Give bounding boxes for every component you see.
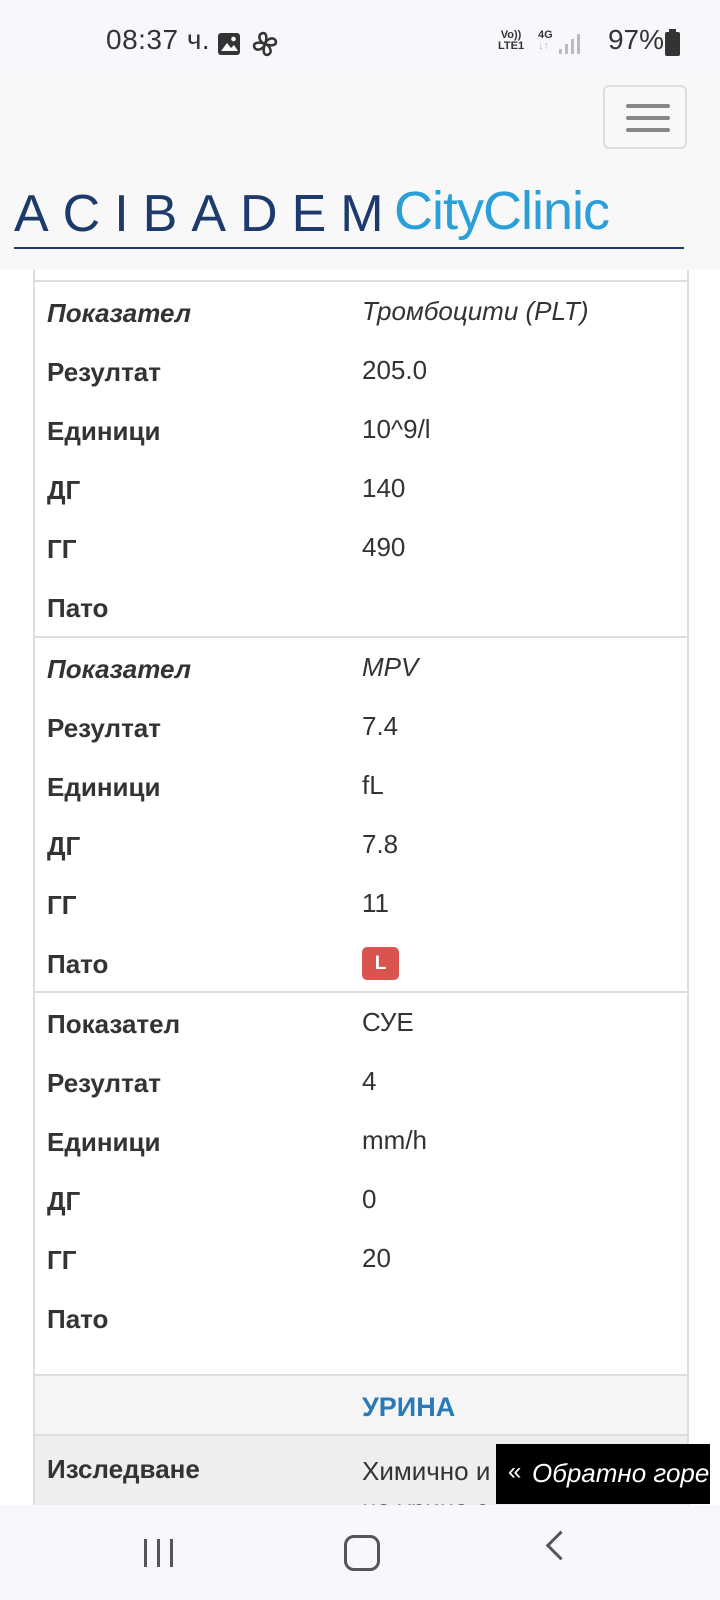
volte-indicator: Vo)) LTE1 [498, 29, 525, 52]
row-value: 11 [362, 888, 389, 918]
table-row: Резултат 7.4 [35, 697, 687, 757]
logo-acibadem[interactable]: ACIBADEM [14, 184, 398, 244]
clock: 08:37 ч. [106, 24, 211, 55]
table-row: ДГ 140 [35, 459, 687, 519]
row-value: 0 [362, 1184, 377, 1214]
back-to-top-button[interactable]: « Обратно горе [496, 1444, 710, 1504]
result-block-esr: Показател СУЕ Резултат 4 Единици mm/h ДГ… [35, 991, 687, 1375]
status-bar: 08:37 ч. Vo)) LTE1 4G ↓↑ 97% [0, 0, 720, 70]
row-label: ГГ [47, 1245, 77, 1275]
row-value: Тромбоцити (PLT) [362, 296, 589, 326]
row-label: ДГ [47, 475, 81, 505]
row-value: 7.4 [362, 711, 399, 741]
row-label: Резултат [47, 357, 161, 387]
table-row: ДГ 0 [35, 1170, 687, 1230]
logo-underline [14, 247, 684, 249]
low-flag-badge: L [362, 947, 399, 980]
row-label: ГГ [47, 534, 77, 564]
logo-cityclinic[interactable]: CityClinic [394, 180, 610, 242]
row-value: 7.8 [362, 829, 399, 859]
signal-icon [559, 34, 580, 54]
table-row: Пато [35, 1288, 687, 1348]
row-label: Единици [47, 416, 161, 446]
table-row: Пато L [35, 933, 687, 993]
image-icon [218, 33, 240, 55]
table-row: Показател Тромбоцити (PLT) [35, 282, 687, 342]
row-label: Единици [47, 772, 161, 802]
table-row: Единици fL [35, 756, 687, 816]
result-block-mpv: Показател MPV Резултат 7.4 Единици fL ДГ… [35, 636, 687, 992]
row-label: ДГ [47, 1186, 81, 1216]
row-label: Показател [47, 298, 191, 328]
table-row: ДГ 7.8 [35, 815, 687, 875]
data-type-indicator: 4G ↓↑ [538, 29, 553, 52]
section-header-urine: УРИНА [35, 1374, 687, 1434]
row-label: Пато [47, 949, 109, 979]
table-row: Показател СУЕ [35, 993, 687, 1053]
row-value: 4 [362, 1066, 377, 1096]
home-button[interactable] [344, 1535, 380, 1571]
system-nav-bar [0, 1505, 720, 1600]
row-label: ГГ [47, 890, 77, 920]
table-row: Единици 10^9/l [35, 400, 687, 460]
fan-icon [252, 31, 278, 57]
table-row: ГГ 490 [35, 518, 687, 578]
back-to-top-label: Обратно горе [532, 1458, 710, 1488]
row-value: СУЕ [362, 1007, 414, 1037]
table-row: Пато [35, 577, 687, 637]
table-row: ГГ 20 [35, 1229, 687, 1289]
row-label: Единици [47, 1127, 161, 1157]
recent-apps-button[interactable] [144, 1539, 176, 1567]
row-value: 490 [362, 532, 406, 562]
study-label: Изследване [47, 1454, 200, 1484]
row-value: 140 [362, 473, 406, 503]
row-value: 20 [362, 1243, 391, 1273]
row-value: mm/h [362, 1125, 427, 1155]
table-row: Показател MPV [35, 638, 687, 698]
row-label: Показател [47, 1009, 181, 1039]
back-button[interactable] [545, 1530, 576, 1561]
row-value: MPV [362, 652, 419, 682]
row-label: Показател [47, 654, 191, 684]
table-row: Резултат 4 [35, 1052, 687, 1112]
battery-percent: 97% [607, 24, 664, 55]
row-label: Резултат [47, 1068, 161, 1098]
hamburger-menu-button[interactable] [603, 85, 687, 149]
double-chevron-up-icon: « [508, 1458, 522, 1485]
study-value: Химично и на урина с [362, 1456, 491, 1505]
row-label: Резултат [47, 713, 161, 743]
table-row: Единици mm/h [35, 1111, 687, 1171]
row-value: 205.0 [362, 355, 428, 385]
row-label: ДГ [47, 831, 81, 861]
battery-icon [665, 29, 680, 56]
section-title: УРИНА [362, 1392, 456, 1422]
row-value: 10^9/l [362, 414, 431, 444]
table-row: Резултат 205.0 [35, 341, 687, 401]
results-table: Показател Тромбоцити (PLT) Резултат 205.… [33, 270, 689, 1505]
site-header: ACIBADEM CityClinic [0, 70, 720, 270]
table-row: ГГ 11 [35, 874, 687, 934]
result-block-plt: Показател Тромбоцити (PLT) Резултат 205.… [35, 280, 687, 636]
row-label: Пато [47, 1304, 109, 1334]
row-value: fL [362, 770, 384, 800]
row-label: Пато [47, 593, 109, 623]
